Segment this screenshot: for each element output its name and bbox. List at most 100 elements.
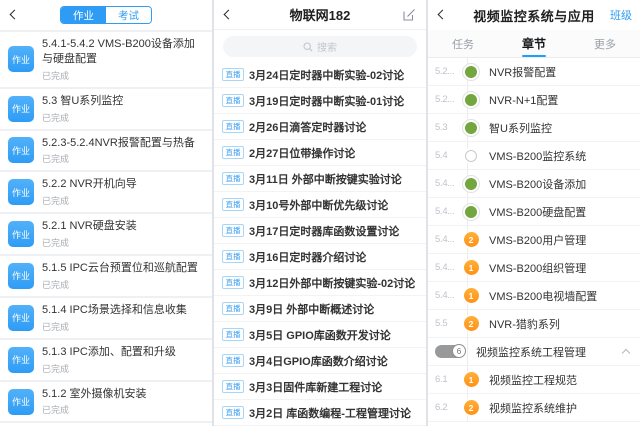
list-item[interactable]: 作业 5.4.1-5.4.2 VMS-B200设备添加与硬盘配置 已完成: [0, 32, 212, 87]
list-item[interactable]: 5.4 VMS-B200监控系统: [428, 142, 640, 170]
list-item[interactable]: 直播 3月24日定时器中断实验-02讨论: [214, 62, 426, 88]
list-item[interactable]: 直播 3月10号外部中断优先级讨论: [214, 192, 426, 218]
list-item[interactable]: 直播 3月5日 GPIO库函数开发讨论: [214, 322, 426, 348]
list-item[interactable]: 作业 5.3 智U系列监控 已完成: [0, 89, 212, 129]
completed-dot-icon: [465, 94, 477, 106]
list-item[interactable]: 直播 3月3日固件库新建工程讨论: [214, 374, 426, 400]
list-item[interactable]: 作业 5.2.3-5.2.4NVR报警配置与热备 已完成: [0, 131, 212, 171]
assignment-badge-icon: 作业: [8, 263, 34, 289]
search-placeholder: 搜索: [317, 39, 337, 54]
compose-icon[interactable]: [403, 8, 416, 26]
list-item[interactable]: 5.4... VMS-B200设备添加: [428, 170, 640, 198]
assignment-title: 5.1.5 IPC云台预置位和巡航配置: [42, 261, 198, 276]
live-badge: 直播: [222, 120, 244, 132]
list-item[interactable]: 5.2... NVR报警配置: [428, 58, 640, 86]
section-number: 5.4...: [435, 178, 461, 189]
tab-exams[interactable]: 考试: [106, 7, 151, 23]
assignment-badge-icon: 作业: [8, 96, 34, 122]
list-item[interactable]: 5.5 2 NVR-猎豹系列: [428, 310, 640, 338]
assignment-badge-icon: 作业: [8, 221, 34, 247]
list-item[interactable]: 5.3 智U系列监控: [428, 114, 640, 142]
tab-tasks[interactable]: 任务: [448, 30, 478, 57]
back-icon[interactable]: [10, 10, 20, 20]
collapse-chevron-icon[interactable]: [622, 349, 630, 357]
section-title: NVR-N+1配置: [489, 92, 558, 108]
list-item[interactable]: 5.2... NVR-N+1配置: [428, 86, 640, 114]
not-started-dot-icon: [465, 150, 477, 162]
search-input[interactable]: 搜索: [223, 36, 417, 57]
list-item[interactable]: 作业 5.1.2 室外摄像机安装 已完成: [0, 382, 212, 422]
assignment-title: 5.1.3 IPC添加、配置和升级: [42, 345, 176, 360]
status-text: 已完成: [42, 194, 137, 207]
live-badge: 直播: [222, 68, 244, 80]
search-icon: [303, 42, 313, 52]
pending-count-badge: 1: [464, 260, 479, 275]
list-item[interactable]: 作业 5.1.5 IPC云台预置位和巡航配置 已完成: [0, 256, 212, 296]
three-screen-collage: 作业 考试 作业 5.4.1-5.4.2 VMS-B200设备添加与硬盘配置 已…: [0, 0, 640, 426]
class-link[interactable]: 班级: [610, 7, 632, 23]
live-badge: 直播: [222, 224, 244, 236]
completed-dot-icon: [465, 206, 477, 218]
chapter-group-row[interactable]: 6 视频监控系统工程管理: [428, 338, 640, 366]
assignment-title: 5.2.2 NVR开机向导: [42, 177, 137, 192]
list-item[interactable]: 直播 3月17日定时器库函数设置讨论: [214, 218, 426, 244]
list-item[interactable]: 6.1 1 视频监控工程规范: [428, 366, 640, 394]
live-badge: 直播: [222, 276, 244, 288]
tab-assignments[interactable]: 作业: [61, 7, 106, 23]
assignment-title: 5.2.1 NVR硬盘安装: [42, 219, 137, 234]
section-number: 5.3: [435, 122, 461, 133]
section-number: 5.4...: [435, 290, 461, 301]
list-item[interactable]: 作业 5.2.2 NVR开机向导 已完成: [0, 172, 212, 212]
pending-count-badge: 1: [464, 372, 479, 387]
discussion-title: 2月26日滴答定时器讨论: [249, 119, 366, 135]
live-badge: 直播: [222, 354, 244, 366]
pending-count-badge: 1: [464, 288, 479, 303]
list-item[interactable]: 直播 3月12日外部中断按键实验-02讨论: [214, 270, 426, 296]
discussion-title: 3月11日 外部中断按键实验讨论: [249, 171, 402, 187]
assignment-title: 5.3 智U系列监控: [42, 94, 123, 109]
back-icon[interactable]: [438, 10, 448, 20]
assignment-badge-icon: 作业: [8, 305, 34, 331]
discussion-title: 3月12日外部中断按键实验-02讨论: [249, 275, 415, 291]
section-number: 5.4...: [435, 234, 461, 245]
discussion-title: 3月24日定时器中断实验-02讨论: [249, 67, 404, 83]
status-text: 已完成: [42, 320, 187, 333]
list-item[interactable]: 直播 2月27日位带操作讨论: [214, 140, 426, 166]
active-tab-underline: [522, 55, 546, 58]
section-number: 6.2: [435, 402, 461, 413]
tab-chapters[interactable]: 章节: [518, 30, 550, 57]
assignment-exam-tabs: 作业 考试: [60, 6, 152, 24]
list-item[interactable]: 作业 5.2.1 NVR硬盘安装 已完成: [0, 214, 212, 254]
list-item[interactable]: 直播 3月19日定时器中断实验-01讨论: [214, 88, 426, 114]
tab-more[interactable]: 更多: [590, 30, 620, 57]
list-item[interactable]: 作业 5.1.4 IPC场景选择和信息收集 已完成: [0, 298, 212, 338]
course-title: 视频监控系统与应用: [473, 6, 595, 25]
back-icon[interactable]: [224, 10, 234, 20]
status-text: 已完成: [42, 152, 195, 165]
completed-dot-icon: [465, 122, 477, 134]
discussion-title: 2月27日位带操作讨论: [249, 145, 355, 161]
list-item[interactable]: 6.2 2 视频监控系统维护: [428, 394, 640, 422]
list-item[interactable]: 直播 3月4日GPIO库函数介绍讨论: [214, 348, 426, 374]
list-item[interactable]: 直播 3月2日 库函数编程-工程管理讨论: [214, 400, 426, 426]
list-item[interactable]: 5.4... VMS-B200硬盘配置: [428, 198, 640, 226]
status-text: 已完成: [42, 69, 204, 82]
list-item[interactable]: 直播 2月26日滴答定时器讨论: [214, 114, 426, 140]
status-text: 已完成: [42, 278, 198, 291]
list-item[interactable]: 5.4... 1 VMS-B200电视墙配置: [428, 282, 640, 310]
list-item[interactable]: 直播 3月16日定时器介绍讨论: [214, 244, 426, 270]
list-item[interactable]: 作业 5.1.3 IPC添加、配置和升级 已完成: [0, 340, 212, 380]
list-item[interactable]: 5.4... 1 VMS-B200组织管理: [428, 254, 640, 282]
list-item[interactable]: 5.4... 2 VMS-B200用户管理: [428, 226, 640, 254]
section-title: 智U系列监控: [489, 120, 552, 136]
discussion-title: 3月3日固件库新建工程讨论: [249, 379, 382, 395]
section-number: 5.4...: [435, 262, 461, 273]
section-number: 5.4: [435, 150, 461, 161]
section-number: 5.2...: [435, 94, 461, 105]
list-item[interactable]: 直播 3月11日 外部中断按键实验讨论: [214, 166, 426, 192]
chapter-list: 5.2... NVR报警配置 5.2... NVR-N+1配置 5.3 智U系列…: [428, 58, 640, 422]
section-title: VMS-B200用户管理: [489, 232, 586, 248]
status-text: 已完成: [42, 111, 123, 124]
discussion-title: 3月16日定时器介绍讨论: [249, 249, 366, 265]
list-item[interactable]: 直播 3月9日 外部中断概述讨论: [214, 296, 426, 322]
